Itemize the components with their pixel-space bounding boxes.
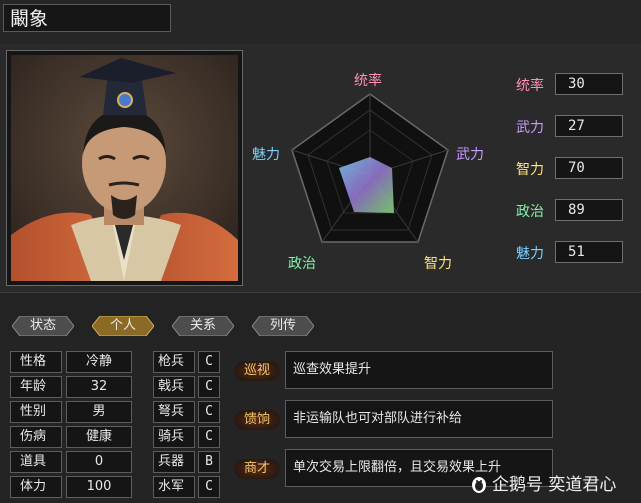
aptitude-grade: C <box>198 401 220 423</box>
aptitude-label: 兵器 <box>153 451 195 473</box>
stat-row-command: 统率 30 <box>498 73 638 97</box>
profile-value: 100 <box>66 476 132 498</box>
profile-label: 性别 <box>10 401 62 423</box>
skill-label: 馈饷 <box>243 412 270 427</box>
profile-value: 0 <box>66 451 132 473</box>
tab-status[interactable]: 状态 <box>12 316 74 336</box>
stat-row-war: 武力 27 <box>498 115 638 139</box>
attribute-radar-chart: 统率 武力 智力 政治 魅力 <box>246 50 494 286</box>
tab-label: 个人 <box>109 318 136 333</box>
tab-label: 列传 <box>269 318 296 333</box>
profile-label: 道具 <box>10 451 62 473</box>
skill-desc-patrol: 巡查效果提升 <box>285 351 553 389</box>
radar-label-charisma: 魅力 <box>252 147 280 163</box>
watermark-text: 企鹅号 奕道君心 <box>492 475 617 495</box>
skill-label: 巡视 <box>243 363 270 378</box>
profile-label: 年龄 <box>10 376 62 398</box>
aptitude-grade: C <box>198 426 220 448</box>
stat-value: 51 <box>555 241 623 263</box>
tab-label: 状态 <box>29 318 56 333</box>
watermark: 企鹅号 奕道君心 <box>470 470 616 495</box>
aptitude-grade: C <box>198 376 220 398</box>
radar-label-intelligence: 智力 <box>424 256 452 272</box>
stat-value: 30 <box>555 73 623 95</box>
skill-name-supply[interactable]: 馈饷 <box>234 409 280 431</box>
character-portrait <box>11 55 238 281</box>
radar-label-politics: 政治 <box>288 256 316 272</box>
skill-name-commerce[interactable]: 商才 <box>234 458 280 480</box>
character-name: 闞象 <box>3 4 171 32</box>
profile-value: 男 <box>66 401 132 423</box>
stat-row-charisma: 魅力 51 <box>498 241 638 265</box>
aptitude-grade: B <box>198 451 220 473</box>
stat-row-politics: 政治 89 <box>498 199 638 223</box>
profile-label: 伤病 <box>10 426 62 448</box>
profile-value: 32 <box>66 376 132 398</box>
skill-desc-supply: 非运输队也可对部队进行补给 <box>285 400 553 438</box>
radar-label-command: 统率 <box>354 73 382 89</box>
skill-label: 商才 <box>243 461 270 476</box>
aptitude-grade: C <box>198 351 220 373</box>
stat-row-intelligence: 智力 70 <box>498 157 638 181</box>
profile-label: 性格 <box>10 351 62 373</box>
aptitude-grade: C <box>198 476 220 498</box>
stat-label: 智力 <box>516 162 544 178</box>
profile-label: 体力 <box>10 476 62 498</box>
aptitude-label: 水军 <box>153 476 195 498</box>
tab-relations[interactable]: 关系 <box>172 316 234 336</box>
skill-name-patrol[interactable]: 巡视 <box>234 360 280 382</box>
radar-label-war: 武力 <box>456 147 484 163</box>
stat-label: 统率 <box>516 78 544 94</box>
profile-value: 冷静 <box>66 351 132 373</box>
stat-label: 魅力 <box>516 246 544 262</box>
tab-biography[interactable]: 列传 <box>252 316 314 336</box>
aptitude-label: 骑兵 <box>153 426 195 448</box>
stat-value: 70 <box>555 157 623 179</box>
aptitude-label: 枪兵 <box>153 351 195 373</box>
penguin-icon <box>470 475 488 493</box>
aptitude-label: 弩兵 <box>153 401 195 423</box>
tab-personal[interactable]: 个人 <box>92 316 154 336</box>
stat-label: 政治 <box>516 204 544 220</box>
stats-panel: 统率 30 武力 27 智力 70 政治 89 魅力 51 <box>498 50 638 286</box>
profile-value: 健康 <box>66 426 132 448</box>
stat-label: 武力 <box>516 120 544 136</box>
stat-value: 89 <box>555 199 623 221</box>
stat-value: 27 <box>555 115 623 137</box>
aptitude-label: 戟兵 <box>153 376 195 398</box>
tab-label: 关系 <box>189 318 216 333</box>
